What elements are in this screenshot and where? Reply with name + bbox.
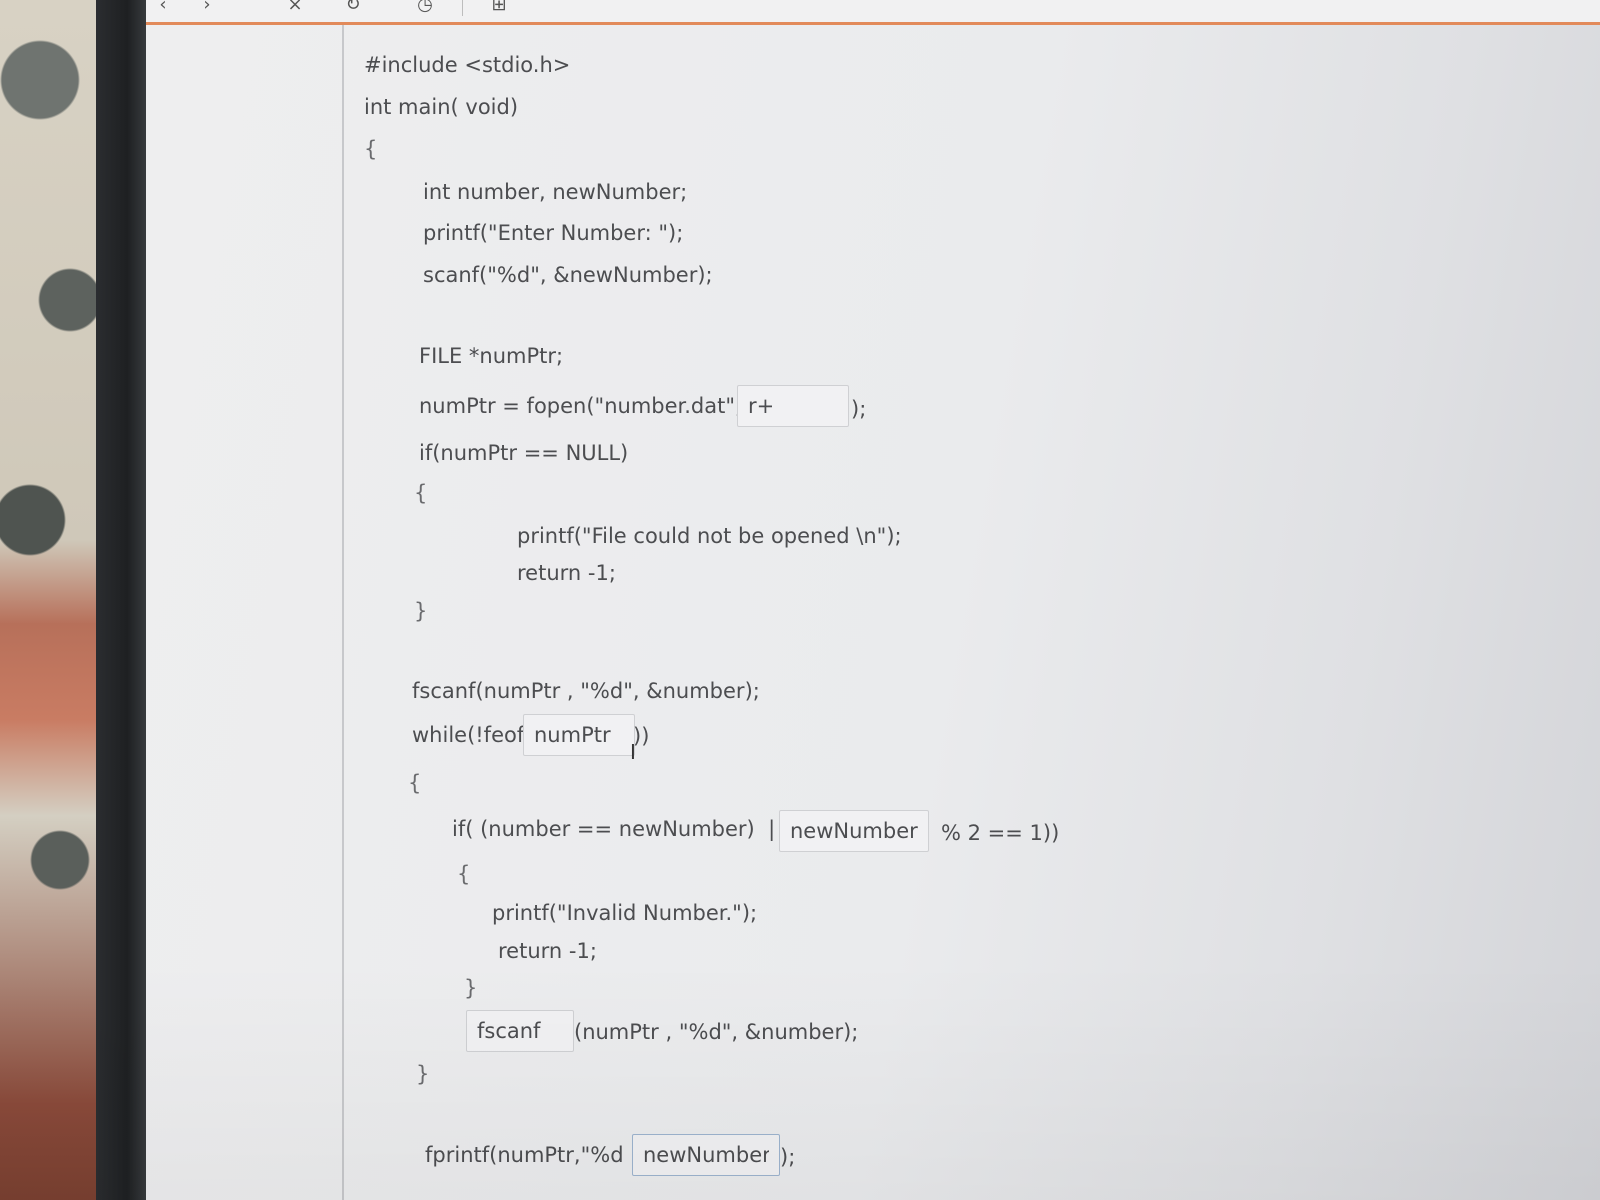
code-line-brace-inner-open: { [457,862,471,886]
code-line-return-invalid: return -1; [498,939,597,963]
back-icon[interactable]: ‹ [152,0,174,16]
code-line-declare: int number, newNumber; [423,180,688,204]
code-line-fprintf: fprintf(numPtr,"%d ", [425,1143,647,1167]
code-line-brace-inner-close: } [464,976,478,1000]
code-line-brace-if-open: { [414,481,428,505]
add-icon[interactable]: ⊞ [488,0,510,16]
code-line-if-check: if( (number == newNumber) | | ( [452,817,804,841]
toolbar-divider [462,0,463,16]
read-function-blank[interactable] [466,1010,574,1052]
content-left-border [342,25,344,1200]
code-line-brace-if-close: } [414,599,428,623]
fprintf-arg-blank[interactable] [632,1134,780,1176]
code-line-main: int main( void) [364,95,519,119]
code-line-printf-error: printf("File could not be opened \n"); [517,524,902,548]
code-line-brace-open: { [364,137,378,161]
code-line-fscanf-loop: (numPtr , "%d", &number); [574,1020,859,1044]
code-line-brace-while-open: { [408,771,422,795]
feof-arg-blank[interactable] [523,714,635,756]
refresh-icon[interactable]: ↻ [342,0,364,16]
fopen-mode-blank[interactable] [737,385,849,427]
screen: ‹ › × ↻ ◷ ⊞ #include <stdio.h> int main(… [146,0,1600,1200]
code-line-include: #include <stdio.h> [364,53,571,77]
modulo-operand-blank[interactable] [779,810,929,852]
code-line-fprintf-close: ); [780,1145,796,1169]
clock-icon[interactable]: ◷ [414,0,436,16]
forward-icon[interactable]: › [196,0,218,16]
code-line-if-null: if(numPtr == NULL) [419,441,629,465]
photo-background-left [0,0,100,1200]
monitor-bezel [96,0,148,1200]
code-line-brace-while-close: } [416,1062,430,1086]
code-line-scanf: scanf("%d", &newNumber); [423,263,713,287]
code-line-fopen-close: ); [851,397,867,421]
code-line-while: while(!feof( [412,723,533,747]
code-line-fscanf-first: fscanf(numPtr , "%d", &number); [412,679,760,703]
code-line-printf-invalid: printf("Invalid Number."); [492,901,758,925]
code-line-file-decl: FILE *numPtr; [419,344,564,368]
code-line-printf-enter: printf("Enter Number: "); [423,221,684,245]
code-line-return-error: return -1; [517,561,616,585]
toolbar: ‹ › × ↻ ◷ ⊞ [146,0,1600,25]
code-line-if-check-end: % 2 == 1)) [941,821,1060,845]
close-icon[interactable]: × [284,0,306,16]
text-cursor-icon: I [630,740,636,764]
code-line-fopen: numPtr = fopen("number.dat", [419,394,742,418]
